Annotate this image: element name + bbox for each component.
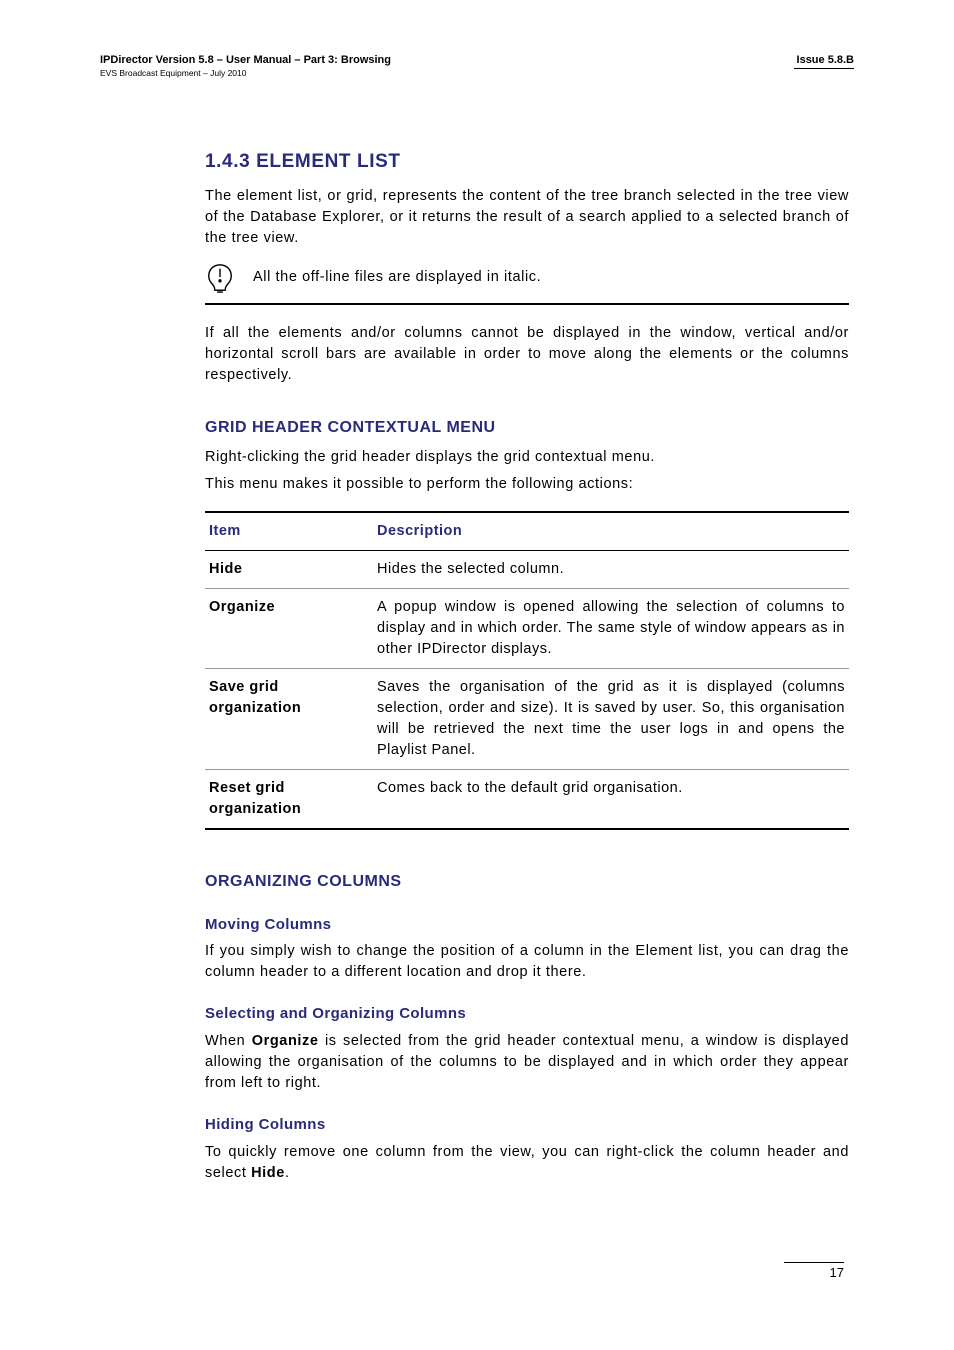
header-right: Issue 5.8.B — [794, 54, 854, 69]
heading-organizing-columns: ORGANIZING COLUMNS — [205, 870, 849, 893]
table-row: Organize A popup window is opened allowi… — [205, 589, 849, 669]
text-span: To quickly remove one column from the vi… — [205, 1144, 849, 1181]
heading-moving-columns: Moving Columns — [205, 914, 849, 936]
grid-table: Item Description Hide Hides the selected… — [205, 511, 849, 830]
page-header: IPDirector Version 5.8 – User Manual – P… — [100, 54, 854, 78]
note-row: All the off-line files are displayed in … — [205, 263, 849, 299]
paragraph: The element list, or grid, represents th… — [205, 186, 849, 249]
table-cell-key: Save grid organization — [205, 669, 373, 770]
table-header-row: Item Description — [205, 512, 849, 551]
table-cell-desc: A popup window is opened allowing the se… — [373, 589, 849, 669]
note-icon — [205, 263, 235, 293]
heading-grid-header-menu: GRID HEADER CONTEXTUAL MENU — [205, 416, 849, 439]
text-span: When — [205, 1033, 252, 1049]
note-text: All the off-line files are displayed in … — [253, 267, 849, 288]
bold-span: Organize — [252, 1033, 319, 1049]
footer-rule — [784, 1262, 844, 1263]
note-rule — [205, 303, 849, 305]
table-cell-key: Reset grid organization — [205, 770, 373, 830]
heading-element-list: 1.4.3 ELEMENT LIST — [205, 148, 849, 176]
table-row: Save grid organization Saves the organis… — [205, 669, 849, 770]
text-span: . — [285, 1165, 290, 1181]
content-body: 1.4.3 ELEMENT LIST The element list, or … — [205, 148, 849, 1184]
header-left: IPDirector Version 5.8 – User Manual – P… — [100, 54, 391, 78]
page-container: IPDirector Version 5.8 – User Manual – P… — [0, 0, 954, 1350]
table-cell-key: Organize — [205, 589, 373, 669]
paragraph: Right-clicking the grid header displays … — [205, 447, 849, 468]
table-header-item: Item — [205, 512, 373, 551]
table-cell-desc: Saves the organisation of the grid as it… — [373, 669, 849, 770]
table-header-description: Description — [373, 512, 849, 551]
heading-selecting-organizing: Selecting and Organizing Columns — [205, 1003, 849, 1025]
table-row: Hide Hides the selected column. — [205, 551, 849, 589]
header-rule — [794, 68, 854, 69]
paragraph: To quickly remove one column from the vi… — [205, 1142, 849, 1184]
bold-span: Hide — [251, 1165, 285, 1181]
paragraph: If you simply wish to change the positio… — [205, 941, 849, 983]
table-cell-key: Hide — [205, 551, 373, 589]
page-footer: 17 — [784, 1262, 844, 1280]
heading-hiding-columns: Hiding Columns — [205, 1114, 849, 1136]
table-cell-desc: Hides the selected column. — [373, 551, 849, 589]
paragraph: When Organize is selected from the grid … — [205, 1031, 849, 1094]
page-number: 17 — [784, 1265, 844, 1280]
table-row: Reset grid organization Comes back to th… — [205, 770, 849, 830]
header-issue: Issue 5.8.B — [794, 54, 854, 66]
paragraph: If all the elements and/or columns canno… — [205, 323, 849, 386]
table-cell-desc: Comes back to the default grid organisat… — [373, 770, 849, 830]
header-subtitle: EVS Broadcast Equipment – July 2010 — [100, 68, 391, 79]
paragraph: This menu makes it possible to perform t… — [205, 474, 849, 495]
header-title: IPDirector Version 5.8 – User Manual – P… — [100, 54, 391, 68]
